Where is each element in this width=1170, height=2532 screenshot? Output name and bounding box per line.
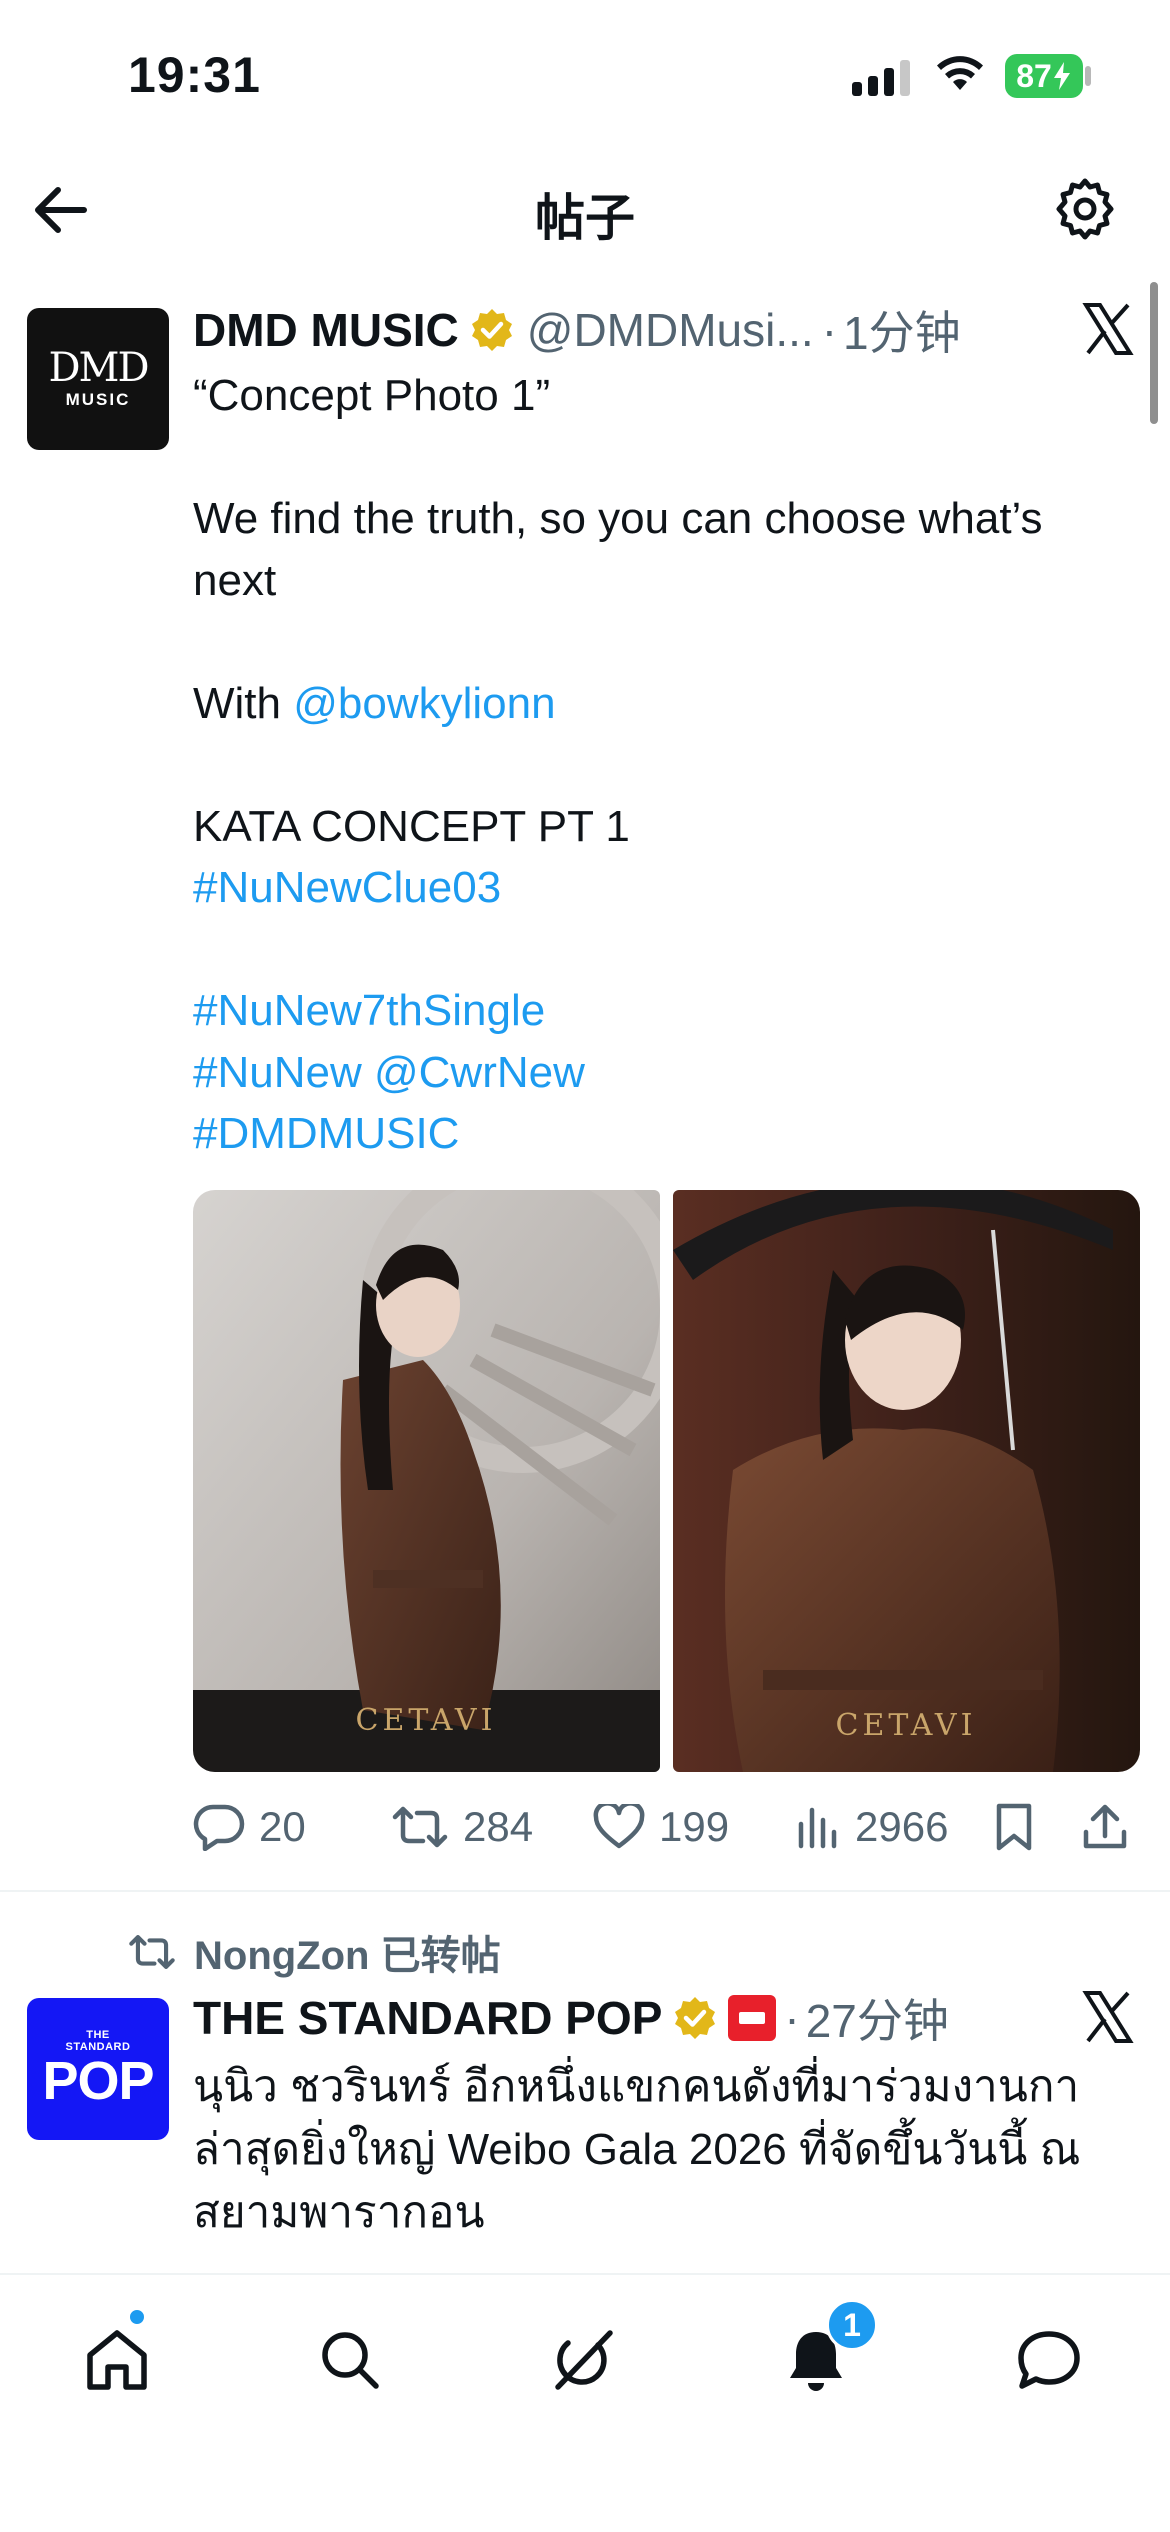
hashtag-link[interactable]: #NuNew7thSingle [193,980,1153,1042]
search-icon [322,2332,379,2389]
author-name[interactable]: THE STANDARD POP [193,1991,662,2045]
repost-icon [392,1806,448,1848]
repost-note-text: NongZon 已转帖 [194,1934,501,1978]
home-icon [87,2330,147,2390]
post-line: next [193,555,277,605]
bookmark-icon [996,1803,1032,1851]
x-logo-icon [1082,1991,1134,2043]
author-avatar[interactable]: DMD MUSIC [27,308,169,450]
post-divider [0,1890,1170,1892]
hashtag-link[interactable]: #NuNew [193,1048,362,1097]
views-button[interactable]: 2966 [795,1797,948,1857]
charging-bolt-icon [1053,62,1070,90]
reply-button[interactable]: 20 [193,1797,306,1857]
verified-badge-icon [471,309,512,351]
post-line: KATA CONCEPT PT 1 [193,801,630,851]
view-count: 2966 [855,1803,949,1850]
post-body: นุนิว ชวรินทร์ อีกหนึ่งแขกคนดังที่มาร่วม… [193,2062,1081,2237]
page-title: 帖子 [535,190,635,246]
status-time: 19:31 [128,47,261,103]
concept-photo-image: CETAVI [193,1190,660,1772]
analytics-icon [798,1807,837,1849]
bookmark-button[interactable] [993,1797,1035,1857]
tab-search[interactable] [305,2315,395,2405]
grok-icon [555,2330,613,2390]
separator-dot: · [821,304,838,356]
repost-icon [129,1935,175,1969]
repost-indicator[interactable]: NongZon 已转帖 [128,1925,501,1979]
chat-bubble-icon [1018,2331,1080,2389]
post-body: “Concept Photo 1” We find the truth, so … [193,365,1153,1165]
author-name[interactable]: DMD MUSIC [193,303,459,357]
tab-home[interactable] [72,2315,162,2405]
like-count: 199 [659,1803,730,1850]
svg-text:CETAVI: CETAVI [836,1708,977,1743]
separator-dot: · [784,1992,800,2044]
post-line: #NuNew @CwrNew [193,1042,1153,1104]
avatar-logo-text: DMD [48,345,149,391]
post-text-fragment [362,1048,374,1097]
reply-icon [193,1804,245,1851]
post-line: We find the truth, so you can choose wha… [193,494,1043,543]
affiliate-badge-icon [728,1995,777,2041]
settings-button[interactable] [1050,174,1120,244]
concept-photo-image: CETAVI [673,1190,1140,1772]
post-author-row: THE STANDARD POP · 27分钟 [193,1988,949,2048]
author-handle[interactable]: @DMDMusi... [527,303,814,357]
tab-messages[interactable] [1004,2315,1094,2405]
share-icon [1083,1804,1127,1849]
cellular-signal-icon [852,58,910,96]
post-time: 27分钟 [805,1995,949,2047]
svg-text:CETAVI: CETAVI [356,1703,497,1738]
media-photo-1[interactable]: CETAVI [193,1190,660,1772]
hashtag-link[interactable]: #DMDMUSIC [193,1103,1153,1165]
scrollbar[interactable] [1150,282,1158,424]
post-text-fragment: With [193,678,294,728]
hashtag-link[interactable]: #NuNewClue03 [193,857,1153,919]
like-button[interactable]: 199 [593,1797,729,1857]
bottom-tab-bar: 1 [0,2273,1170,2532]
gear-icon [1056,178,1114,240]
reply-count: 20 [259,1803,306,1850]
top-nav-bar: 帖子 [0,150,1170,265]
tab-grok[interactable] [538,2315,628,2405]
post-author-row: DMD MUSIC @DMDMusi... · 1分钟 [193,300,961,360]
mention-link[interactable]: @bowkylionn [293,679,555,728]
post-time: 1分钟 [843,307,961,359]
battery-level: 87 [1016,57,1052,94]
heart-icon [593,1804,645,1849]
media-photo-2[interactable]: CETAVI [673,1190,1140,1772]
repost-button[interactable]: 284 [391,1797,533,1857]
post-line: With @bowkylionn [193,673,1153,735]
x-logo-icon [1082,303,1134,355]
status-bar: 19:31 87 [0,0,1170,150]
avatar-logo-subtext: MUSIC [65,390,131,409]
notification-count-badge: 1 [826,2299,878,2351]
post-line: “Concept Photo 1” [193,371,551,420]
mention-link[interactable]: @CwrNew [374,1048,585,1097]
unread-dot [128,2308,146,2326]
repost-count: 284 [463,1803,534,1850]
battery-cap [1085,66,1091,86]
author-avatar[interactable]: THE STANDARD POP [27,1998,169,2140]
post-actions-bar: 20 284 199 2966 [193,1797,1153,1857]
avatar-logo-text: POP [42,2051,154,2111]
avatar-logo-subtext: THE [86,2029,110,2041]
share-button[interactable] [1081,1797,1129,1857]
battery-indicator: 87 [1005,54,1083,98]
wifi-icon [937,56,983,90]
verified-badge-icon [675,1997,716,2039]
